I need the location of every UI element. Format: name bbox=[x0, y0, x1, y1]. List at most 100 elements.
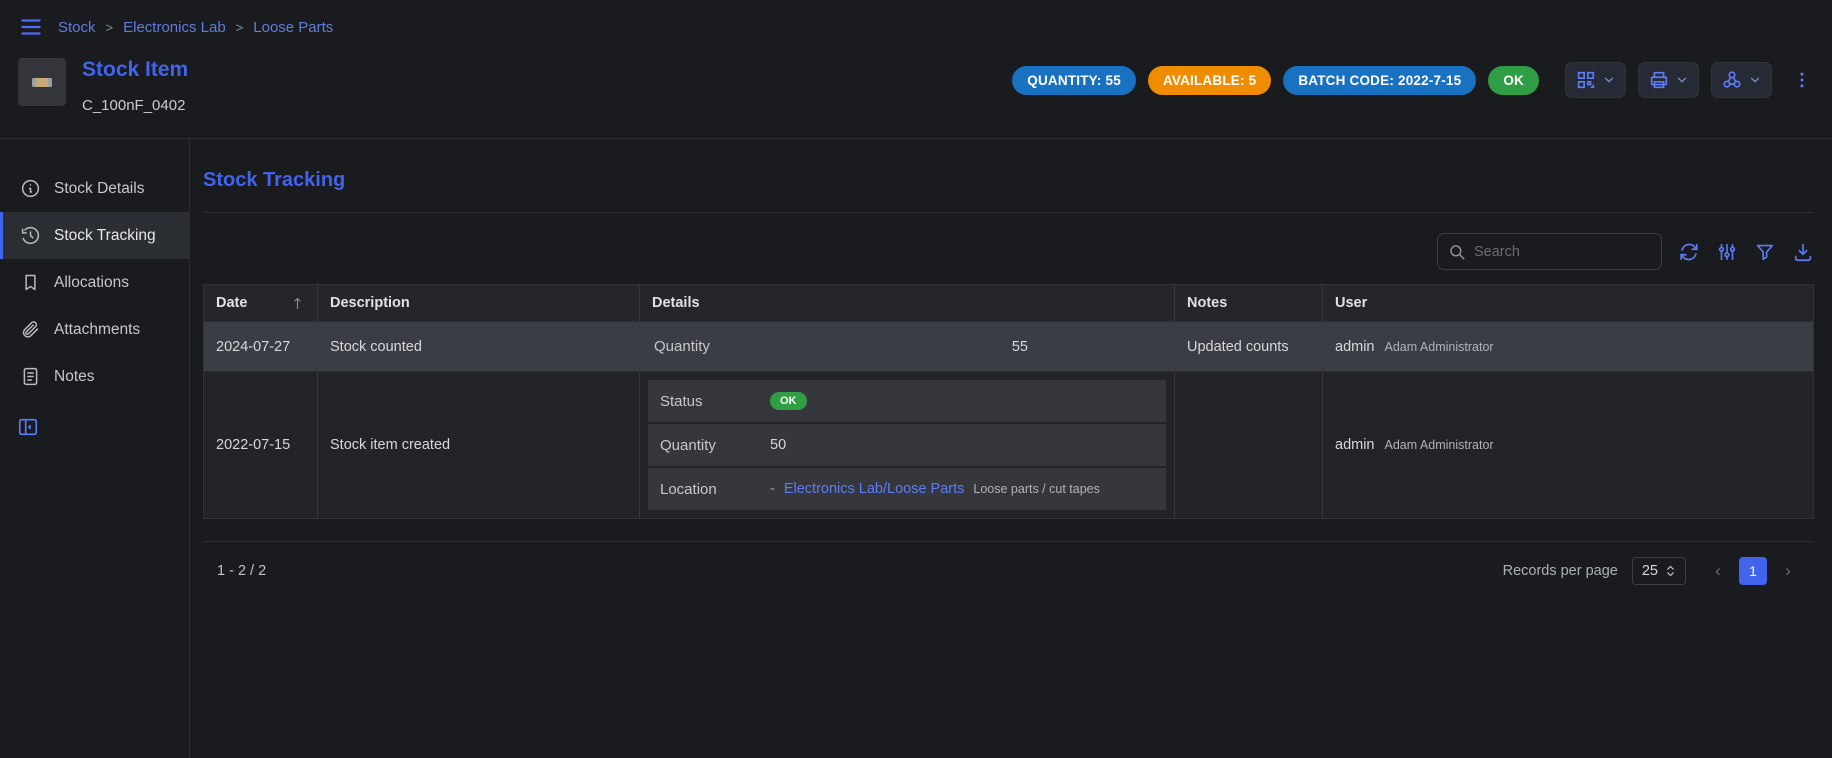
detail-row-quantity: Quantity 55 bbox=[648, 330, 1166, 363]
table-toolbar bbox=[203, 233, 1814, 270]
column-header-notes[interactable]: Notes bbox=[1174, 285, 1322, 321]
page-body: Stock Details Stock Tracking Allocations… bbox=[0, 139, 1832, 758]
breadcrumb-separator: > bbox=[236, 20, 244, 35]
column-header-user[interactable]: User bbox=[1322, 285, 1813, 321]
column-label: Notes bbox=[1187, 295, 1227, 311]
breadcrumb: Stock > Electronics Lab > Loose Parts bbox=[58, 19, 333, 36]
breadcrumb-link-stock[interactable]: Stock bbox=[58, 19, 96, 36]
capacitor-image bbox=[27, 67, 57, 97]
cell-user: admin Adam Administrator bbox=[1322, 322, 1813, 371]
username: admin bbox=[1335, 339, 1375, 355]
chevron-down-icon bbox=[1675, 73, 1689, 87]
main-panel: Stock Tracking bbox=[190, 139, 1832, 758]
cell-date: 2022-07-15 bbox=[204, 372, 317, 518]
detail-value: 50 bbox=[770, 437, 1154, 453]
column-header-details[interactable]: Details bbox=[639, 285, 1174, 321]
sidebar-item-label: Attachments bbox=[54, 321, 140, 339]
detail-value: - Electronics Lab/Loose Parts Loose part… bbox=[770, 481, 1154, 497]
column-label: Details bbox=[652, 295, 700, 311]
column-header-description[interactable]: Description bbox=[317, 285, 639, 321]
cell-notes bbox=[1174, 372, 1322, 518]
panel-collapse-icon bbox=[17, 416, 39, 438]
page-button-1[interactable]: 1 bbox=[1739, 557, 1767, 585]
paperclip-icon bbox=[20, 319, 41, 340]
next-page-button[interactable]: › bbox=[1774, 557, 1802, 585]
location-link[interactable]: Electronics Lab/Loose Parts bbox=[784, 481, 965, 497]
part-thumbnail[interactable] bbox=[18, 58, 66, 106]
cell-details: Quantity 55 bbox=[639, 322, 1174, 371]
user-fullname: Adam Administrator bbox=[1385, 340, 1494, 354]
detail-label: Location bbox=[660, 481, 770, 498]
chevron-down-icon bbox=[1602, 73, 1616, 87]
sidebar-item-stock-tracking[interactable]: Stock Tracking bbox=[0, 212, 189, 259]
stock-tracking-table: Date Description Details Notes User 2024… bbox=[203, 284, 1814, 519]
search-input[interactable] bbox=[1474, 244, 1651, 260]
sidebar: Stock Details Stock Tracking Allocations… bbox=[0, 139, 190, 758]
column-label: User bbox=[1335, 295, 1367, 311]
record-range: 1 - 2 / 2 bbox=[217, 563, 266, 579]
cell-description: Stock item created bbox=[317, 372, 639, 518]
download-icon[interactable] bbox=[1792, 241, 1814, 263]
breadcrumb-bar: Stock > Electronics Lab > Loose Parts bbox=[0, 0, 1832, 48]
search-icon bbox=[1448, 243, 1466, 261]
detail-label: Quantity bbox=[660, 437, 770, 454]
location-description: Loose parts / cut tapes bbox=[973, 482, 1099, 496]
location-dash: - bbox=[770, 481, 775, 497]
filter-icon[interactable] bbox=[1754, 241, 1776, 263]
detail-label: Quantity bbox=[654, 338, 710, 355]
breadcrumb-separator: > bbox=[106, 20, 114, 35]
select-stepper-icon bbox=[1665, 564, 1676, 578]
sidebar-item-notes[interactable]: Notes bbox=[0, 353, 189, 400]
cell-description: Stock counted bbox=[317, 322, 639, 371]
detail-label: Status bbox=[660, 393, 770, 410]
barcode-actions-button[interactable] bbox=[1565, 62, 1626, 98]
detail-row-quantity: Quantity 50 bbox=[648, 424, 1166, 466]
sidebar-collapse-button[interactable] bbox=[17, 416, 39, 438]
sidebar-item-label: Stock Details bbox=[54, 180, 144, 198]
breadcrumb-link-loose-parts[interactable]: Loose Parts bbox=[253, 19, 333, 36]
table-footer: 1 - 2 / 2 Records per page 25 ‹ 1 › bbox=[203, 541, 1814, 600]
adjustments-icon[interactable] bbox=[1716, 241, 1738, 263]
column-label: Date bbox=[216, 295, 247, 311]
refresh-icon[interactable] bbox=[1678, 241, 1700, 263]
breadcrumb-link-electronics-lab[interactable]: Electronics Lab bbox=[123, 19, 226, 36]
stock-actions-icon bbox=[1721, 69, 1743, 91]
section-divider bbox=[203, 212, 1814, 213]
records-per-page-select[interactable]: 25 bbox=[1632, 557, 1686, 585]
chevron-down-icon bbox=[1748, 73, 1762, 87]
title-block: Stock Item C_100nF_0402 bbox=[82, 58, 188, 114]
column-header-date[interactable]: Date bbox=[204, 285, 317, 321]
table-row[interactable]: 2022-07-15 Stock item created Status OK … bbox=[204, 371, 1813, 518]
cell-user: admin Adam Administrator bbox=[1322, 372, 1813, 518]
search-box bbox=[1437, 233, 1662, 270]
sidebar-item-attachments[interactable]: Attachments bbox=[0, 306, 189, 353]
print-actions-button[interactable] bbox=[1638, 62, 1699, 98]
sidebar-item-allocations[interactable]: Allocations bbox=[0, 259, 189, 306]
user-fullname: Adam Administrator bbox=[1385, 438, 1494, 452]
part-name: C_100nF_0402 bbox=[82, 97, 188, 114]
column-label: Description bbox=[330, 295, 410, 311]
menu-icon[interactable] bbox=[18, 14, 44, 40]
previous-page-button[interactable]: ‹ bbox=[1704, 557, 1732, 585]
bookmark-icon bbox=[20, 272, 41, 293]
sidebar-item-label: Allocations bbox=[54, 274, 129, 292]
sidebar-item-stock-details[interactable]: Stock Details bbox=[0, 165, 189, 212]
detail-value: 55 bbox=[1012, 339, 1160, 355]
records-per-page-value: 25 bbox=[1642, 563, 1658, 579]
note-icon bbox=[20, 366, 41, 387]
detail-row-status: Status OK bbox=[648, 380, 1166, 422]
sort-icon[interactable] bbox=[290, 296, 305, 311]
detail-row-location: Location - Electronics Lab/Loose Parts L… bbox=[648, 468, 1166, 510]
table-header-row: Date Description Details Notes User bbox=[204, 285, 1813, 321]
overflow-menu-button[interactable] bbox=[1790, 66, 1814, 94]
page-header: Stock Item C_100nF_0402 QUANTITY: 55 AVA… bbox=[0, 48, 1832, 139]
table-row[interactable]: 2024-07-27 Stock counted Quantity 55 Upd… bbox=[204, 321, 1813, 371]
history-icon bbox=[20, 225, 41, 246]
username: admin bbox=[1335, 437, 1375, 453]
table-footer-right: Records per page 25 ‹ 1 › bbox=[1503, 557, 1802, 585]
section-title: Stock Tracking bbox=[203, 169, 1814, 192]
info-icon bbox=[20, 178, 41, 199]
status-ok-badge: OK bbox=[1488, 66, 1539, 95]
qr-code-icon bbox=[1575, 69, 1597, 91]
stock-actions-button[interactable] bbox=[1711, 62, 1772, 98]
